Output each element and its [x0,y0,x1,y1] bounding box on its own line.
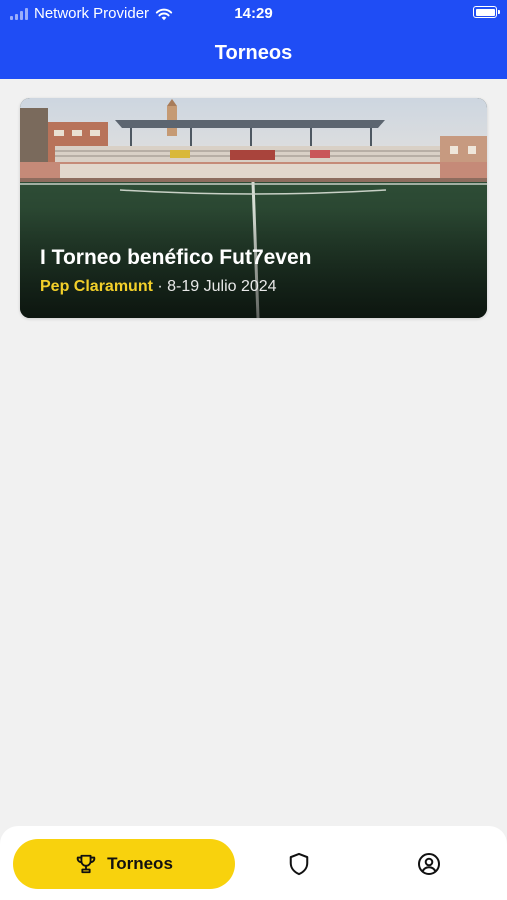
meta-separator: · [152,278,168,295]
nav-torneos-label: Torneos [107,854,173,873]
nav-torneos-button[interactable]: Torneos [13,839,235,889]
status-bar: Network Provider 14:29 [0,0,507,28]
app-header: Torneos [0,28,507,79]
tournament-organizer: Pep Claramunt [40,278,153,295]
tournament-card[interactable]: I Torneo benéfico Fut7even Pep Claramunt… [20,98,487,318]
shield-icon [289,852,309,876]
clock: 14:29 [234,5,273,22]
user-circle-icon [418,853,440,875]
trophy-icon [76,854,96,874]
tournament-meta: Pep Claramunt · 8-19 Julio 2024 [40,278,277,296]
bottom-nav: Torneos [0,826,507,900]
nav-teams-button[interactable] [274,839,324,889]
battery-icon [473,6,500,18]
nav-profile-button[interactable] [404,839,454,889]
page-title: Torneos [214,42,293,64]
tournament-name: I Torneo benéfico Fut7even [40,246,312,269]
tournament-dates: 8-19 Julio 2024 [167,278,277,295]
